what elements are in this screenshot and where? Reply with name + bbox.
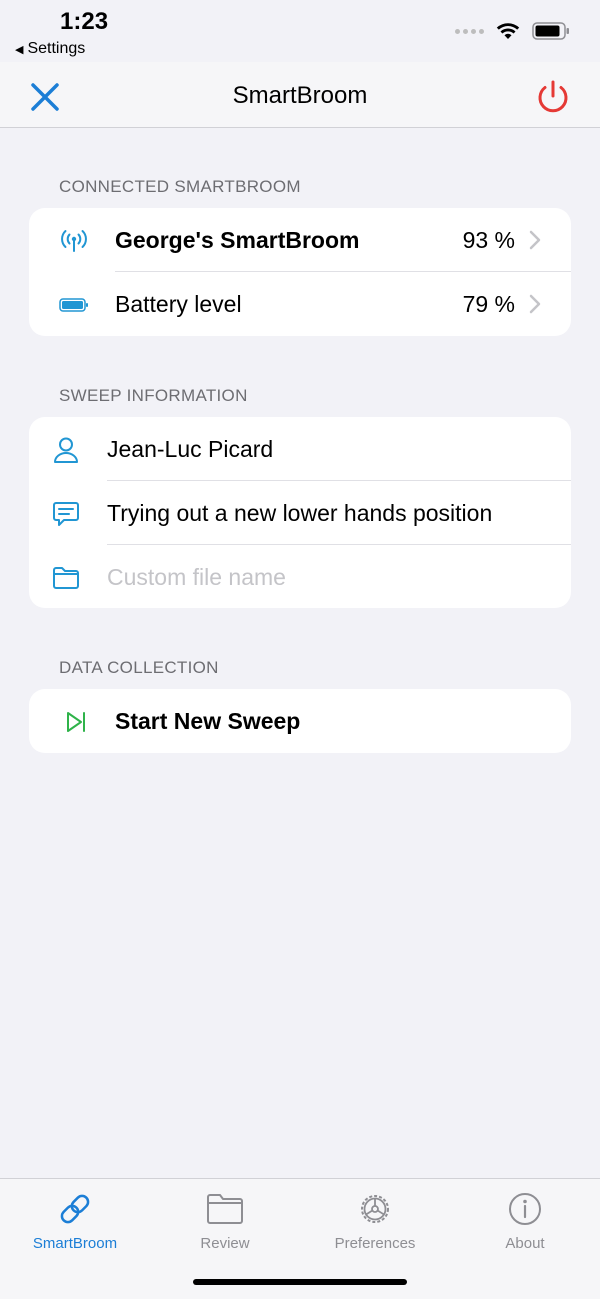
- chevron-right-icon: [529, 294, 541, 314]
- device-signal-value: 93 %: [462, 226, 515, 253]
- user-name-field[interactable]: Jean-Luc Picard: [107, 436, 273, 463]
- section-header-data-collection: DATA COLLECTION: [59, 658, 219, 677]
- section-header-sweep: SWEEP INFORMATION: [59, 386, 248, 405]
- comment-row[interactable]: Trying out a new lower hands position: [29, 481, 571, 545]
- back-to-app-link[interactable]: ◀ Settings: [15, 40, 85, 58]
- sweep-info-card: Jean-Luc Picard Trying out a new lower h…: [29, 417, 571, 608]
- page-title: SmartBroom: [232, 82, 368, 109]
- tab-label: Review: [200, 1235, 250, 1252]
- gear-icon: [361, 1195, 389, 1223]
- file-name-input[interactable]: Custom file name: [107, 564, 286, 591]
- user-name-row[interactable]: Jean-Luc Picard: [29, 417, 571, 481]
- back-triangle-icon: ◀: [15, 43, 24, 56]
- chevron-right-icon: [529, 230, 541, 250]
- back-app-label: Settings: [27, 40, 86, 57]
- battery-status-icon: [532, 22, 569, 40]
- tab-label: Preferences: [334, 1235, 416, 1252]
- link-icon: [60, 1194, 90, 1224]
- info-icon: [509, 1193, 541, 1225]
- section-header-connected: CONNECTED SMARTBROOM: [59, 177, 301, 196]
- battery-value: 79 %: [462, 290, 515, 317]
- navigation-bar: SmartBroom: [0, 62, 600, 128]
- device-row[interactable]: George's SmartBroom 93 %: [29, 208, 571, 272]
- status-indicators: [455, 22, 570, 40]
- tab-preferences[interactable]: Preferences: [300, 1191, 450, 1252]
- tab-label: About: [505, 1235, 545, 1252]
- connected-card: George's SmartBroom 93 % Battery level 7…: [29, 208, 571, 336]
- tab-review[interactable]: Review: [150, 1191, 300, 1252]
- tab-label: SmartBroom: [32, 1235, 118, 1252]
- status-time: 1:23: [60, 8, 109, 35]
- antenna-icon: [59, 226, 89, 256]
- home-indicator[interactable]: [193, 1279, 407, 1285]
- file-name-row[interactable]: Custom file name: [29, 545, 571, 608]
- person-icon: [51, 435, 81, 465]
- power-icon[interactable]: [534, 78, 572, 116]
- cellular-signal-icon: [455, 28, 484, 34]
- folder-icon: [51, 563, 81, 593]
- battery-label: Battery level: [115, 290, 242, 317]
- battery-icon: [59, 290, 89, 320]
- device-name: George's SmartBroom: [115, 226, 360, 253]
- status-bar: 1:23 ◀ Settings: [0, 0, 600, 62]
- battery-row[interactable]: Battery level 79 %: [29, 272, 571, 336]
- tab-about[interactable]: About: [450, 1191, 600, 1252]
- comment-icon: [51, 499, 81, 529]
- wifi-icon: [496, 23, 520, 39]
- tab-smartbroom[interactable]: SmartBroom: [0, 1191, 150, 1252]
- folder-icon: [207, 1194, 243, 1224]
- start-sweep-button[interactable]: Start New Sweep: [29, 689, 571, 753]
- comment-field[interactable]: Trying out a new lower hands position: [107, 500, 492, 527]
- play-next-icon: [61, 707, 91, 737]
- start-sweep-label: Start New Sweep: [115, 707, 301, 734]
- data-collection-card: Start New Sweep: [29, 689, 571, 753]
